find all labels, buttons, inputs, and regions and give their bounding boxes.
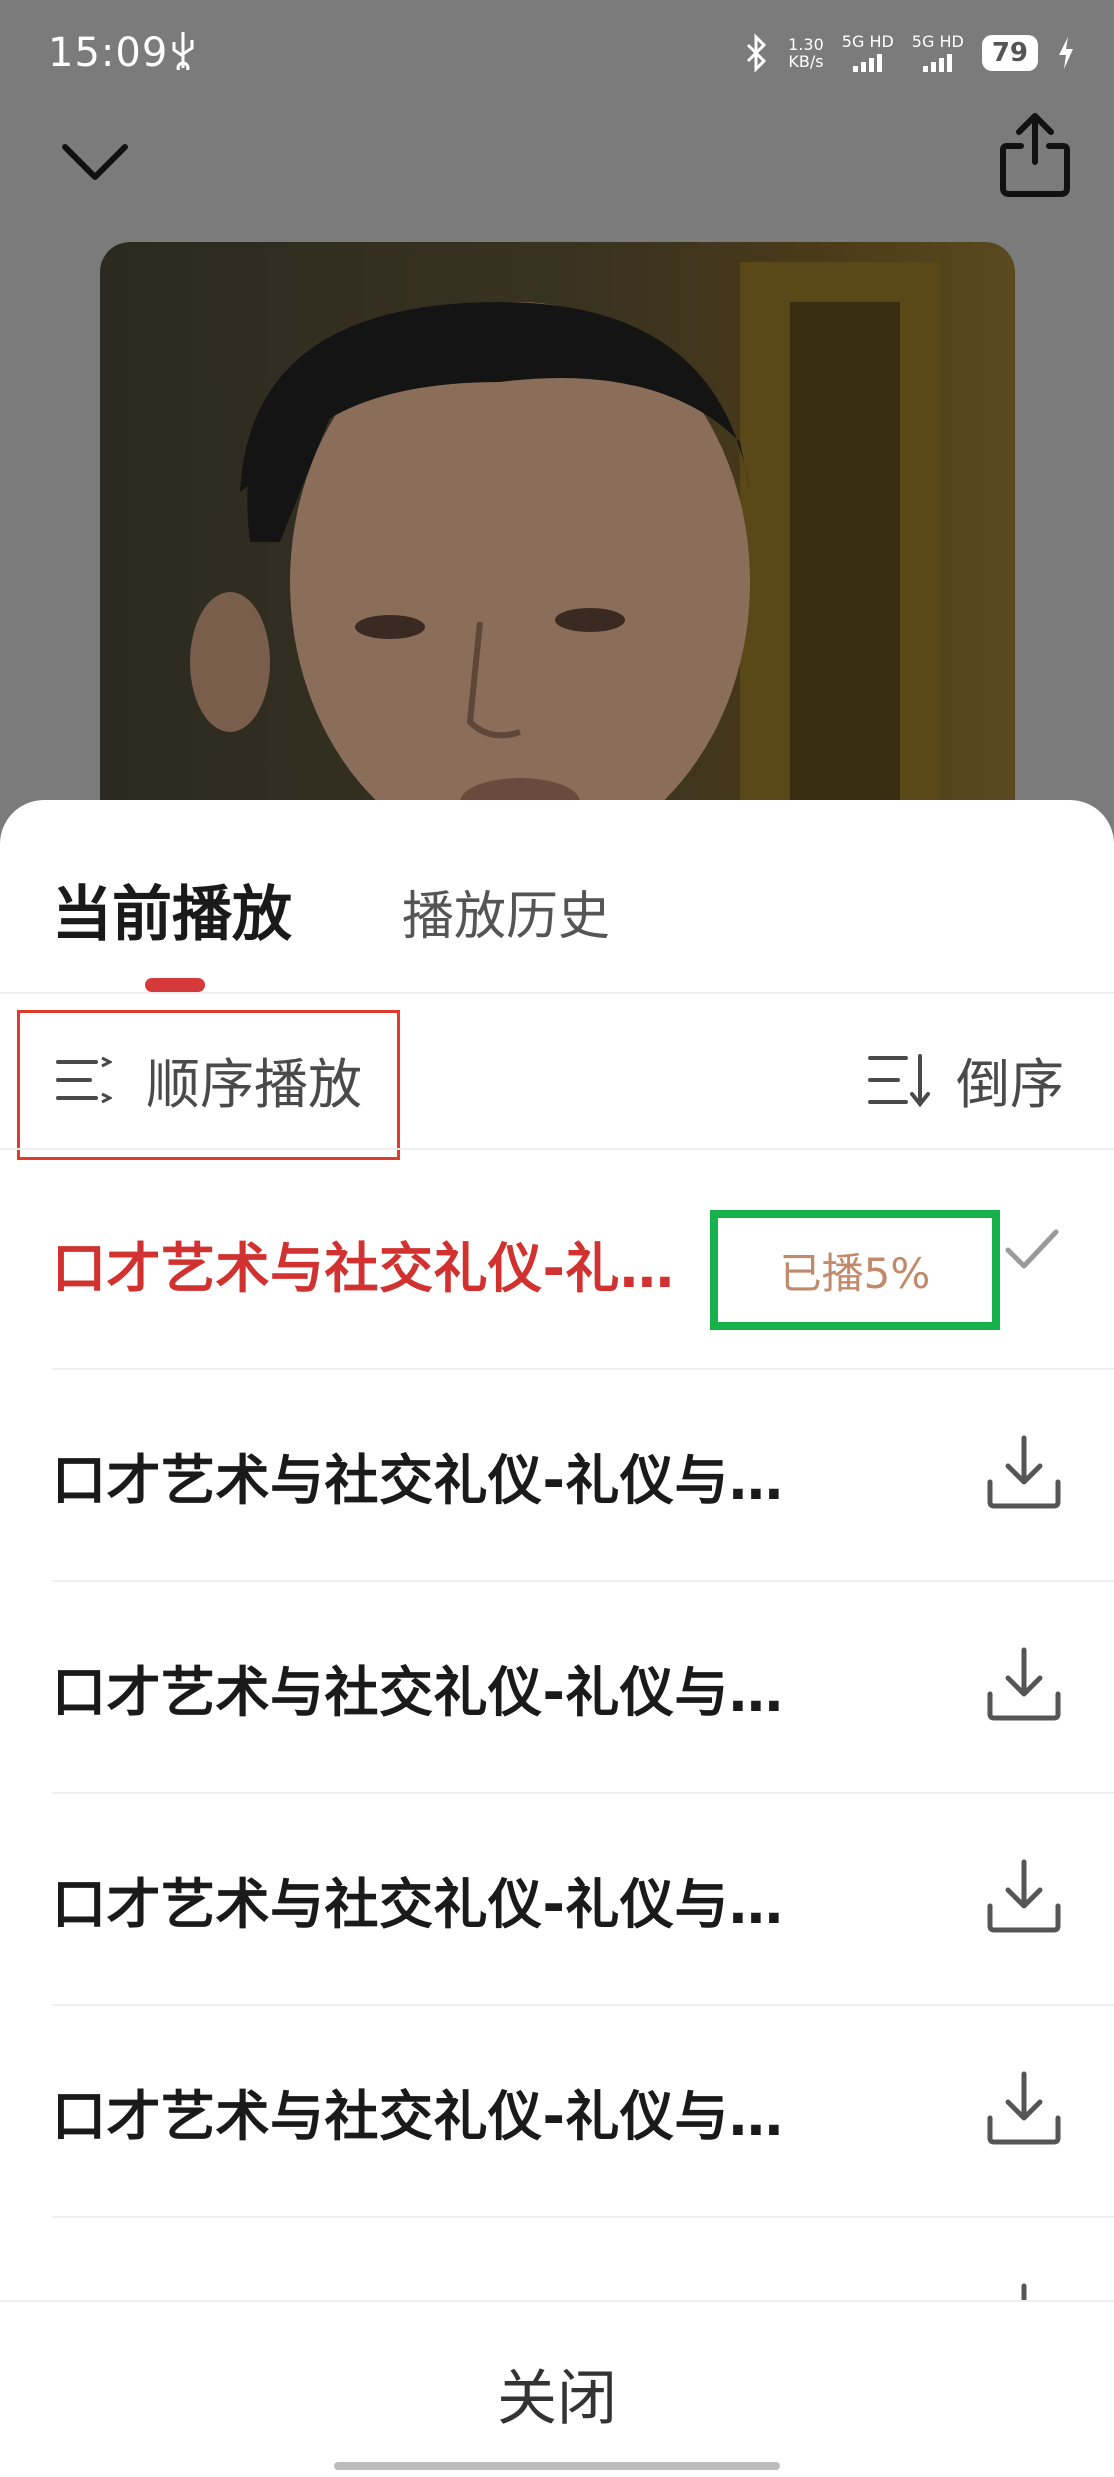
list-item[interactable]: 口才艺术与社交礼仪-礼仪与… — [52, 1794, 1114, 2004]
close-bar: 关闭 — [0, 2300, 1114, 2477]
share-icon[interactable] — [995, 110, 1075, 200]
check-icon — [1005, 1229, 1059, 1269]
list-item[interactable]: 口才艺术与社交礼仪-礼… 已播5% — [52, 1158, 1114, 1368]
episode-title: 口才艺术与社交礼仪-礼仪与… — [52, 2084, 784, 2148]
played-progress-text: 已播5% — [779, 1248, 931, 1298]
status-time: 15:09 — [48, 30, 169, 76]
cover-portrait — [190, 262, 940, 862]
home-indicator[interactable] — [334, 2462, 780, 2470]
charging-icon — [1059, 37, 1073, 69]
sort-reverse-icon — [868, 1053, 930, 1107]
player-top-nav — [0, 110, 1114, 230]
play-mode-button[interactable]: 顺序播放 — [56, 1040, 362, 1119]
sequential-play-icon — [56, 1056, 112, 1103]
reverse-order-label: 倒序 — [956, 1053, 1064, 1116]
album-cover — [100, 242, 1015, 862]
download-icon[interactable] — [984, 2068, 1064, 2148]
playback-order-row: 顺序播放 倒序 — [0, 990, 1114, 1160]
episode-title: 口才艺术与社交礼仪-礼仪与… — [52, 1660, 784, 1724]
tab-current-playing[interactable]: 当前播放 — [52, 866, 292, 953]
play-mode-label: 顺序播放 — [146, 1053, 362, 1116]
chevron-down-icon[interactable] — [55, 122, 135, 202]
signal-icon: 5G HD — [842, 34, 894, 72]
episode-title: 口才艺术与社交礼仪-礼仪与… — [52, 1872, 784, 1936]
order-divider — [0, 1148, 1114, 1150]
signal-icon: 5G HD — [912, 34, 964, 72]
usb-icon — [172, 32, 194, 70]
playlist-sheet: 当前播放 播放历史 顺序播放 倒序 口才艺术与社交礼仪-礼… 已播5% 口才艺术… — [0, 800, 1114, 2475]
download-icon[interactable] — [984, 1856, 1064, 1936]
episode-title: 口才艺术与社交礼仪-礼… — [52, 1236, 675, 1300]
close-button[interactable]: 关闭 — [0, 2350, 1114, 2437]
episode-title: 口才艺术与社交礼仪-礼仪与… — [52, 1448, 784, 1512]
battery-icon: 79 — [981, 35, 1038, 71]
download-icon[interactable] — [984, 1432, 1064, 1512]
list-item[interactable]: 口才艺术与社交礼仪-礼仪与… — [52, 1370, 1114, 1580]
played-progress-badge: 已播5% — [710, 1210, 1000, 1330]
tab-play-history[interactable]: 播放历史 — [402, 874, 610, 949]
bluetooth-icon — [747, 33, 767, 73]
net-speed: 1.30 KB/s — [788, 35, 824, 71]
list-item[interactable]: 口才艺术与社交礼仪-礼仪与… — [52, 2006, 1114, 2216]
list-item[interactable]: 口才艺术与社交礼仪-礼仪与… — [52, 1582, 1114, 1792]
download-icon[interactable] — [984, 1644, 1064, 1724]
status-bar: 15:09 1.30 KB/s 5G HD 5G HD 79 — [0, 0, 1114, 110]
reverse-order-button[interactable]: 倒序 — [868, 1040, 1064, 1119]
